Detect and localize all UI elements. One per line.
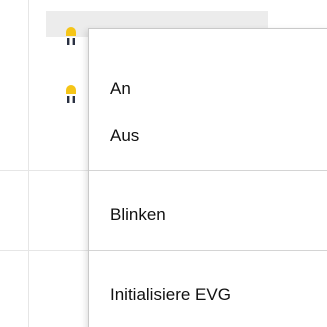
menu-item-label: Blinken	[110, 205, 166, 224]
tree-guide-line	[28, 0, 29, 327]
menu-item-blinken[interactable]: Blinken	[89, 194, 327, 236]
menu-separator	[89, 250, 327, 251]
lamp-icon[interactable]	[64, 22, 78, 46]
row-divider	[0, 170, 92, 171]
menu-item-aus[interactable]: Aus	[89, 115, 327, 157]
lamp-icon[interactable]	[64, 80, 78, 104]
menu-item-label: Initialisiere EVG	[110, 285, 231, 304]
menu-separator	[89, 170, 327, 171]
menu-item-initialisiere-evg[interactable]: Initialisiere EVG	[89, 274, 327, 316]
menu-item-label: An	[110, 79, 131, 98]
menu-item-label: Aus	[110, 126, 140, 145]
context-menu: An Aus Blinken Initialisiere EVG	[88, 28, 327, 327]
menu-item-an[interactable]: An	[89, 68, 327, 110]
app-window: An Aus Blinken Initialisiere EVG	[0, 0, 327, 327]
row-divider	[0, 250, 92, 251]
